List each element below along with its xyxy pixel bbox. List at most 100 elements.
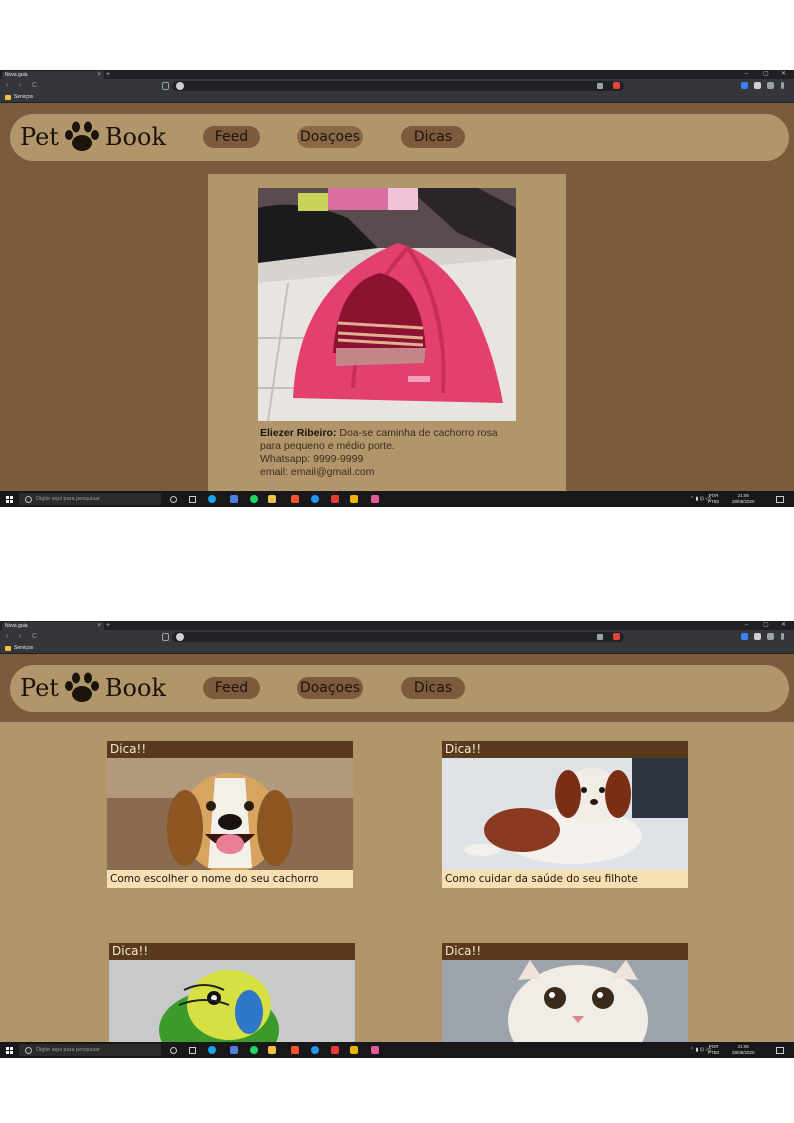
extension-icon[interactable]	[767, 82, 774, 89]
app-icon[interactable]	[311, 495, 319, 503]
browser-tab[interactable]: Nova guia ×	[2, 622, 104, 630]
app-icon[interactable]	[331, 495, 339, 503]
bookmark-services[interactable]: Serviços	[14, 93, 33, 102]
tip-caption[interactable]: Como cuidar da saúde do seu filhote	[442, 870, 688, 888]
tip-caption[interactable]: Como escolher o nome do seu cachorro	[107, 870, 353, 888]
app-icon[interactable]	[230, 1046, 238, 1054]
brave-shield-icon[interactable]	[613, 82, 620, 89]
language-indicator[interactable]: POR PTB2	[708, 493, 719, 505]
app-icon[interactable]	[230, 495, 238, 503]
reload-icon[interactable]: C	[32, 632, 37, 642]
spotify-icon[interactable]	[250, 1046, 258, 1054]
taskbar-search[interactable]: Digite aqui para pesquisar	[19, 1044, 161, 1056]
logo-text-pet: Pet	[20, 123, 59, 151]
extension-translate-icon[interactable]	[741, 633, 748, 640]
forward-icon[interactable]: ›	[19, 81, 21, 91]
reload-icon[interactable]: C	[32, 81, 37, 91]
brave-icon[interactable]	[291, 1046, 299, 1054]
pet-house-photo	[258, 188, 516, 421]
app-icon[interactable]	[331, 1046, 339, 1054]
app-icon[interactable]	[371, 1046, 379, 1054]
file-explorer-icon[interactable]	[268, 1046, 276, 1054]
minimize-icon[interactable]: –	[745, 70, 748, 79]
bookmark-page-icon[interactable]	[162, 633, 169, 641]
site-info-icon[interactable]	[176, 82, 184, 90]
nav-feed[interactable]: Feed	[203, 126, 260, 148]
close-window-icon[interactable]: ✕	[781, 70, 786, 79]
task-view-icon[interactable]	[189, 496, 196, 503]
address-bar[interactable]	[172, 81, 624, 91]
tip-header: Dica!!	[109, 943, 355, 960]
windows-taskbar: Digite aqui para pesquisar ⌃ ▮ ⊡ ◁) POR …	[0, 1042, 794, 1058]
minimize-icon[interactable]: –	[745, 621, 748, 630]
post-text: Eliezer Ribeiro: Doa-se caminha de cacho…	[260, 427, 510, 479]
cortana-icon[interactable]	[170, 496, 177, 503]
extension-icon[interactable]	[754, 633, 761, 640]
app-icon[interactable]	[371, 495, 379, 503]
brave-icon[interactable]	[291, 495, 299, 503]
logo-text-pet: Pet	[20, 674, 59, 702]
tip-card[interactable]: Dica!!	[109, 943, 355, 1042]
back-icon[interactable]: ‹	[6, 81, 8, 91]
tab-title: Nova guia	[5, 72, 28, 78]
bookmark-page-icon[interactable]	[162, 82, 169, 90]
edge-icon[interactable]	[208, 1046, 216, 1054]
language-indicator[interactable]: POR PTB2	[708, 1044, 719, 1056]
logo[interactable]: Pet Book	[20, 671, 166, 705]
browser-tab[interactable]: Nova guia ×	[2, 71, 104, 79]
tab-close-icon[interactable]: ×	[97, 622, 101, 630]
back-icon[interactable]: ‹	[6, 632, 8, 642]
notification-icon[interactable]	[776, 1047, 784, 1054]
extension-translate-icon[interactable]	[741, 82, 748, 89]
logo[interactable]: Pet Book	[20, 120, 166, 154]
file-explorer-icon[interactable]	[268, 495, 276, 503]
maximize-icon[interactable]: ▢	[763, 621, 769, 630]
nav-donations[interactable]: Doaçoes	[297, 677, 363, 699]
forward-icon[interactable]: ›	[19, 632, 21, 642]
lang-layout: PTB2	[708, 1050, 720, 1055]
search-icon	[25, 496, 32, 503]
spotify-icon[interactable]	[250, 495, 258, 503]
nav-tips[interactable]: Dicas	[401, 677, 465, 699]
logo-text-book: Book	[104, 674, 166, 702]
nav-tips[interactable]: Dicas	[401, 126, 465, 148]
beagle-photo	[107, 758, 353, 870]
extension-icon[interactable]	[597, 634, 603, 640]
extension-icon[interactable]	[754, 82, 761, 89]
app-icon[interactable]	[311, 1046, 319, 1054]
maximize-icon[interactable]: ▢	[763, 70, 769, 79]
site-info-icon[interactable]	[176, 633, 184, 641]
app-icon[interactable]	[350, 1046, 358, 1054]
menu-icon[interactable]	[781, 633, 784, 640]
new-tab-icon[interactable]: +	[106, 70, 110, 79]
tip-card[interactable]: Dica!!	[442, 943, 688, 1042]
menu-icon[interactable]	[781, 82, 784, 89]
clock[interactable]: 21:06 28/08/2020	[732, 1044, 755, 1056]
new-tab-icon[interactable]: +	[106, 621, 110, 630]
windows-start-icon[interactable]	[6, 1047, 13, 1054]
task-view-icon[interactable]	[189, 1047, 196, 1054]
taskbar-search[interactable]: Digite aqui para pesquisar	[19, 493, 161, 505]
bookmark-services[interactable]: Serviços	[14, 644, 33, 653]
browser-toolbar: ‹ › C	[0, 630, 794, 644]
clock[interactable]: 21:06 28/08/2020	[732, 493, 755, 505]
edge-icon[interactable]	[208, 495, 216, 503]
tip-card[interactable]: Dica!! Como cuidar da saúde do seu filho…	[442, 741, 688, 888]
tab-title: Nova guia	[5, 623, 28, 629]
close-window-icon[interactable]: ✕	[781, 621, 786, 630]
app-icon[interactable]	[350, 495, 358, 503]
nav-donations[interactable]: Doaçoes	[297, 126, 363, 148]
bookmarks-bar: Serviços	[0, 644, 794, 654]
extension-icon[interactable]	[597, 83, 603, 89]
cortana-icon[interactable]	[170, 1047, 177, 1054]
notification-icon[interactable]	[776, 496, 784, 503]
tab-close-icon[interactable]: ×	[97, 71, 101, 79]
windows-start-icon[interactable]	[6, 496, 13, 503]
nav-feed[interactable]: Feed	[203, 677, 260, 699]
brave-shield-icon[interactable]	[613, 633, 620, 640]
tip-card[interactable]: Dica!! Como escolher o nome do seu cacho…	[107, 741, 353, 888]
address-bar[interactable]	[172, 632, 624, 642]
browser-tab-bar: Nova guia × + – ▢ ✕	[0, 70, 794, 79]
extension-icon[interactable]	[767, 633, 774, 640]
screenshot-donations: Nova guia × + – ▢ ✕ ‹ › C Serviços Pet B…	[0, 70, 794, 507]
